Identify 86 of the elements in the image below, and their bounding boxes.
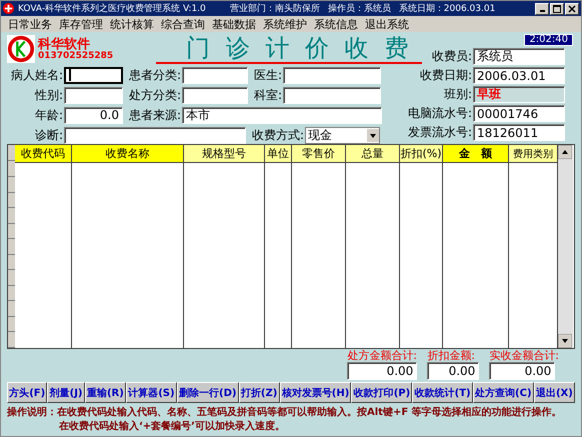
- field-label: 收费员:: [432, 48, 472, 65]
- action-button[interactable]: 剂量(J): [47, 382, 85, 403]
- input-field[interactable]: [182, 66, 248, 84]
- action-button[interactable]: 收款统计(T): [412, 382, 473, 403]
- menu-item[interactable]: 库存管理: [56, 16, 107, 32]
- menu-item[interactable]: 基础数据: [209, 16, 260, 32]
- field-label: 班别:: [444, 86, 472, 103]
- field-label: 诊断:: [34, 126, 64, 144]
- input-field[interactable]: [64, 126, 246, 144]
- total-label: 实收金额合计:: [489, 349, 559, 362]
- scroll-up-icon[interactable]: [558, 145, 572, 159]
- action-button[interactable]: 删除一行(D): [176, 382, 239, 403]
- action-button[interactable]: 处方查询(C): [472, 382, 534, 403]
- minimize-button[interactable]: [535, 2, 549, 14]
- input-field[interactable]: 00001746: [473, 105, 565, 122]
- field-label: 收费日期:: [420, 67, 472, 84]
- action-button[interactable]: 计算器(S): [126, 382, 177, 403]
- input-field[interactable]: [64, 86, 123, 104]
- field-label: 发票流水号:: [408, 124, 472, 141]
- menu-item[interactable]: 系统信息: [311, 16, 362, 32]
- maximize-icon: [553, 4, 561, 12]
- close-icon: [568, 4, 576, 12]
- total-field: 0.00: [347, 362, 418, 380]
- total-field: 0.00: [427, 362, 480, 380]
- field-label: 病人姓名:: [10, 66, 64, 84]
- total-label: 处方金额合计:: [347, 349, 418, 362]
- payment-dropdown[interactable]: 现金: [305, 126, 380, 144]
- field-label: 患者来源:: [128, 106, 182, 124]
- action-button[interactable]: 收款打印(P): [351, 382, 412, 403]
- minimize-icon: [540, 10, 544, 12]
- instruction-text: 在收费代码处输入代码、名称、五笔码及拼音码等都可以帮助输入。按Alt键+F 等字母选择相应的功能进行操作。: [57, 406, 562, 420]
- scroll-down-icon[interactable]: [558, 334, 572, 348]
- cross-icon: [3, 3, 14, 14]
- system-date-text: 系统日期：2006.03.01: [398, 2, 496, 15]
- action-button[interactable]: 退出(X): [534, 382, 576, 403]
- logo-text: 科华软件: [38, 38, 90, 52]
- form-title: 门 诊 计 价 收 费: [156, 34, 422, 64]
- input-field[interactable]: 0.0: [64, 106, 123, 124]
- menu-item[interactable]: 系统维护: [260, 16, 311, 32]
- department-text: 营业部门：南头防保所: [230, 2, 320, 15]
- column-header[interactable]: 总量: [346, 145, 399, 163]
- menu-item[interactable]: 综合查询: [158, 16, 209, 32]
- column-header[interactable]: 单位: [265, 145, 291, 163]
- field-label: 医生:: [252, 66, 283, 84]
- input-field[interactable]: 2006.03.01: [473, 67, 565, 84]
- action-button[interactable]: 重输(R): [84, 382, 126, 403]
- menu-item[interactable]: 退出系统: [362, 16, 413, 32]
- shift-field: 早班: [473, 86, 565, 103]
- clock: 2:02:40: [524, 34, 573, 46]
- input-field[interactable]: 系统员: [473, 48, 565, 65]
- field-label: 电脑流水号:: [408, 105, 472, 122]
- field-label: 科室:: [252, 86, 283, 104]
- column-header[interactable]: 收费名称: [72, 145, 183, 163]
- menu-item[interactable]: 统计核算: [107, 16, 158, 32]
- column-header[interactable]: 费用类别: [509, 145, 557, 163]
- column-header[interactable]: 零售价: [292, 145, 345, 163]
- notes-label: 操作说明：: [7, 406, 57, 420]
- logo-icon: [7, 35, 35, 63]
- action-button[interactable]: 核对发票号(H): [280, 382, 352, 403]
- field-label: 性别:: [34, 86, 64, 104]
- input-field[interactable]: [64, 66, 123, 84]
- input-field[interactable]: 18126011: [473, 124, 565, 141]
- close-button[interactable]: [565, 2, 579, 14]
- input-field[interactable]: 本市: [182, 106, 382, 124]
- column-header[interactable]: 金 额: [443, 145, 508, 163]
- window-title: KOVA-科华软件系列之医疗收费管理系统 V:1.0: [18, 2, 206, 15]
- menu-item[interactable]: 日常业务: [5, 16, 56, 32]
- field-label: 患者分类:: [128, 66, 182, 84]
- column-header[interactable]: 折扣(%): [400, 145, 442, 163]
- input-field[interactable]: [283, 66, 381, 84]
- scrollbar[interactable]: [558, 145, 573, 348]
- column-header[interactable]: 规格型号: [184, 145, 264, 163]
- action-button[interactable]: 方头(F): [7, 382, 48, 403]
- field-label: 年龄:: [34, 106, 64, 124]
- field-label: 收费方式:: [250, 126, 305, 144]
- column-header[interactable]: 收费代码: [15, 145, 71, 163]
- field-label: 处方分类:: [128, 86, 182, 104]
- total-field: 0.00: [489, 362, 556, 380]
- maximize-button[interactable]: [550, 2, 564, 14]
- total-label: 折扣金额:: [427, 349, 476, 362]
- input-field[interactable]: [182, 86, 248, 104]
- phone-number: 013702525285: [38, 52, 114, 60]
- action-button[interactable]: 打折(Z): [238, 382, 280, 403]
- operator-text: 操作员：系统员: [328, 2, 391, 15]
- input-field[interactable]: [283, 86, 381, 104]
- instruction-text: 在收费代码处输入‘+套餐编号’可以加快录入速度。: [59, 420, 285, 434]
